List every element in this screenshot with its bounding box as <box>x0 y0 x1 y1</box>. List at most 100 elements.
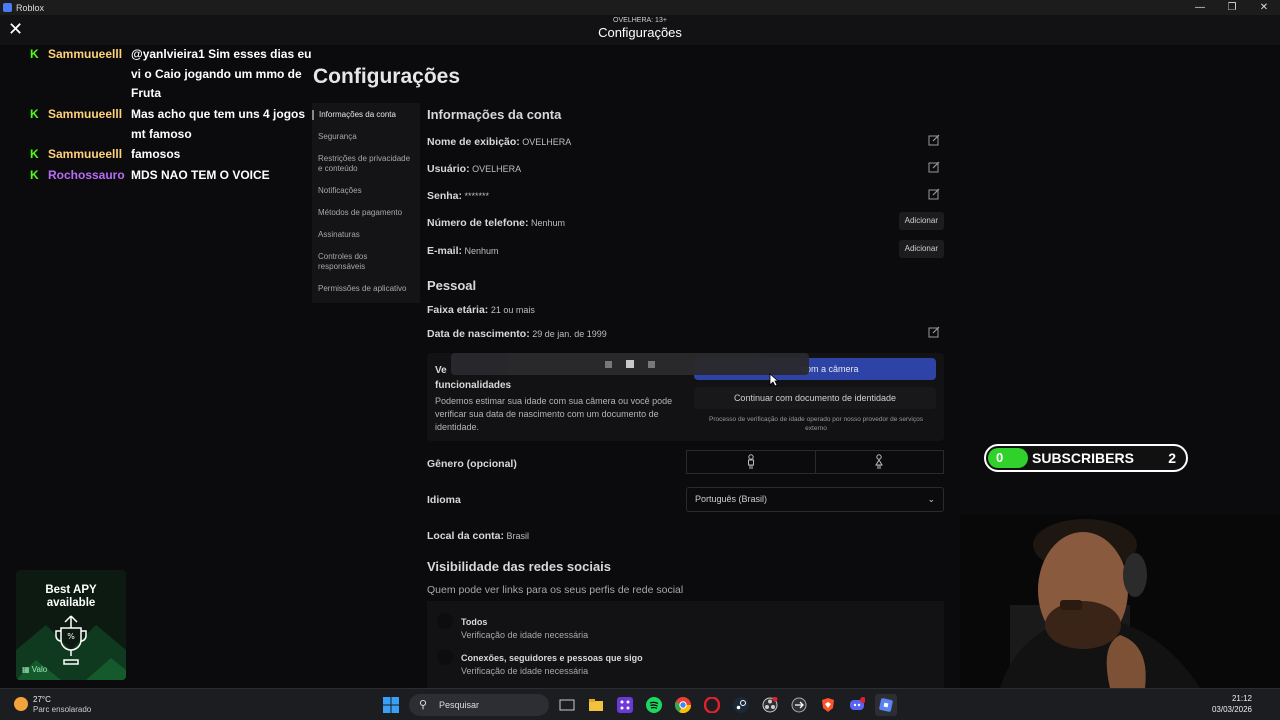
header-title: Configurações <box>598 25 682 40</box>
language-value: Português (Brasil) <box>695 494 768 504</box>
kick-badge-icon: K <box>30 168 39 182</box>
svg-text:%: % <box>67 632 75 641</box>
weather-widget[interactable]: 27°C Parc ensolarado <box>14 694 94 716</box>
birthdate-label: Data de nascimento: <box>427 328 530 340</box>
spotify-icon[interactable] <box>643 694 665 716</box>
app-grid-icon[interactable] <box>614 694 636 716</box>
chat-message: K Sammuueelll Mas acho que tem uns 4 jog… <box>30 105 320 145</box>
nav-item-app-permissions[interactable]: Permissões de aplicativo <box>312 284 420 294</box>
taskbar-search[interactable]: ⚲ Pesquisar <box>409 694 549 716</box>
close-window-button[interactable]: ✕ <box>1248 0 1280 15</box>
chrome-icon[interactable] <box>672 694 694 716</box>
loading-dot <box>605 360 612 368</box>
windows-start-icon[interactable] <box>380 694 402 716</box>
male-figure-icon <box>747 454 754 469</box>
verify-title-end: funcionalidades <box>435 380 512 391</box>
display-name-row: Nome de exibição: OVELHERA <box>427 134 944 148</box>
username-row: Usuário: OVELHERA <box>427 161 944 175</box>
edit-icon[interactable] <box>928 188 940 200</box>
brave-icon[interactable] <box>817 694 839 716</box>
loading-dot <box>626 360 634 368</box>
social-subtitle: Quem pode ver links para os seus perfis … <box>427 584 684 596</box>
gender-option-female[interactable] <box>814 451 944 473</box>
chat-message: K Sammuueelll famosos <box>30 145 320 165</box>
edit-icon[interactable] <box>928 161 940 173</box>
windows-taskbar: 27°C Parc ensolarado ⚲ Pesquisar 21:12 0… <box>0 688 1280 720</box>
mouse-cursor-icon <box>769 373 779 387</box>
file-explorer-icon[interactable] <box>585 694 607 716</box>
webcam-person-image <box>960 515 1280 688</box>
chevron-down-icon: ⌄ <box>927 494 935 504</box>
age-label: Faixa etária: <box>427 304 489 316</box>
language-select[interactable]: Português (Brasil) ⌄ <box>686 487 944 512</box>
loading-dot <box>648 360 655 368</box>
phone-row: Número de telefone: Nenhum Adicionar <box>427 212 944 230</box>
account-label: OVELHERA: 13+ <box>613 17 667 24</box>
social-visibility-options: Todos Verificação de idade necessária Co… <box>427 601 944 688</box>
nav-item-payment[interactable]: Métodos de pagamento <box>312 208 420 218</box>
nav-item-notifications[interactable]: Notificações <box>312 186 420 196</box>
birthdate-value: 29 de jan. de 1999 <box>532 329 607 339</box>
chat-username: Sammuueelll <box>48 147 123 161</box>
password-value: ******* <box>464 191 490 201</box>
chat-text: @yanlvieira1 Sim esses dias eu vi o Caio… <box>131 47 312 100</box>
roblox-app-icon <box>3 3 12 12</box>
gender-label: Gênero (opcional) <box>427 458 517 470</box>
clock-time: 21:12 <box>1231 694 1252 703</box>
add-email-button[interactable]: Adicionar <box>898 240 944 258</box>
edit-icon[interactable] <box>928 134 940 146</box>
chat-text: famosos <box>131 147 181 161</box>
steam-icon[interactable] <box>730 694 752 716</box>
page-title: Configurações <box>313 65 461 88</box>
phone-value: Nenhum <box>531 218 566 228</box>
roblox-taskbar-icon[interactable] <box>875 694 897 716</box>
nav-item-security[interactable]: Segurança <box>312 132 420 142</box>
ad-line-2: available <box>46 597 96 609</box>
nav-item-subscriptions[interactable]: Assinaturas <box>312 230 420 240</box>
chat-username: Sammuueelll <box>48 47 123 61</box>
username-value: OVELHERA <box>472 164 522 174</box>
obs-icon[interactable] <box>759 694 781 716</box>
nav-item-privacy[interactable]: Restrições de privacidade e conteúdo <box>312 154 420 174</box>
weather-temperature: 27°C <box>33 695 51 704</box>
taskbar-clock[interactable]: 21:12 03/03/2026 <box>1212 693 1252 715</box>
phone-label: Número de telefone: <box>427 217 529 229</box>
minimize-button[interactable]: — <box>1184 0 1216 15</box>
account-section-title: Informações da conta <box>427 107 562 122</box>
chat-text: MDS NAO TEM O VOICE <box>131 168 270 182</box>
personal-section-title: Pessoal <box>427 278 477 293</box>
location-value: Brasil <box>506 531 530 541</box>
option-connections-sub: Verificação de idade necessária <box>461 666 589 676</box>
weather-description: Parc ensolarado <box>33 705 92 714</box>
ad-line-1: Best APY <box>45 584 97 596</box>
task-view-icon[interactable] <box>556 694 578 716</box>
email-value: Nenhum <box>464 246 499 256</box>
verify-title-start: Ve <box>435 365 447 376</box>
chat-message: K Sammuueelll @yanlvieira1 Sim esses dia… <box>30 45 320 105</box>
radio-everyone[interactable] <box>437 613 453 629</box>
settings-nav: Informações da conta Segurança Restriçõe… <box>312 103 420 303</box>
nav-item-parental[interactable]: Controles dos responsáveis <box>312 252 420 272</box>
radio-connections[interactable] <box>437 649 453 665</box>
option-everyone-sub: Verificação de idade necessária <box>461 630 589 640</box>
add-phone-button[interactable]: Adicionar <box>898 212 944 230</box>
maximize-button[interactable]: ❐ <box>1216 0 1248 15</box>
gender-option-male[interactable] <box>687 451 815 473</box>
social-section-title: Visibilidade das redes sociais <box>427 559 612 574</box>
kick-badge-icon: K <box>30 47 39 61</box>
webcam-feed <box>960 515 1280 688</box>
discord-chat-icon[interactable] <box>788 694 810 716</box>
ad-card[interactable]: Best APY available % ▦ Valo <box>16 570 126 680</box>
display-name-value: OVELHERA <box>522 137 572 147</box>
verify-document-button[interactable]: Continuar com documento de identidade <box>694 387 936 409</box>
nav-item-account-info[interactable]: Informações da conta <box>312 110 420 120</box>
option-everyone-title: Todos <box>461 617 488 627</box>
roblox-header: ✕ OVELHERA: 13+ Configurações <box>0 15 1280 45</box>
age-value: 21 ou mais <box>490 305 535 315</box>
edit-icon[interactable] <box>928 326 940 338</box>
verify-note: Processo de verificação de idade operado… <box>709 416 923 432</box>
discord-icon[interactable] <box>846 694 868 716</box>
opera-icon[interactable] <box>701 694 723 716</box>
age-row: Faixa etária: 21 ou mais <box>427 304 944 316</box>
kick-badge-icon: K <box>30 147 39 161</box>
